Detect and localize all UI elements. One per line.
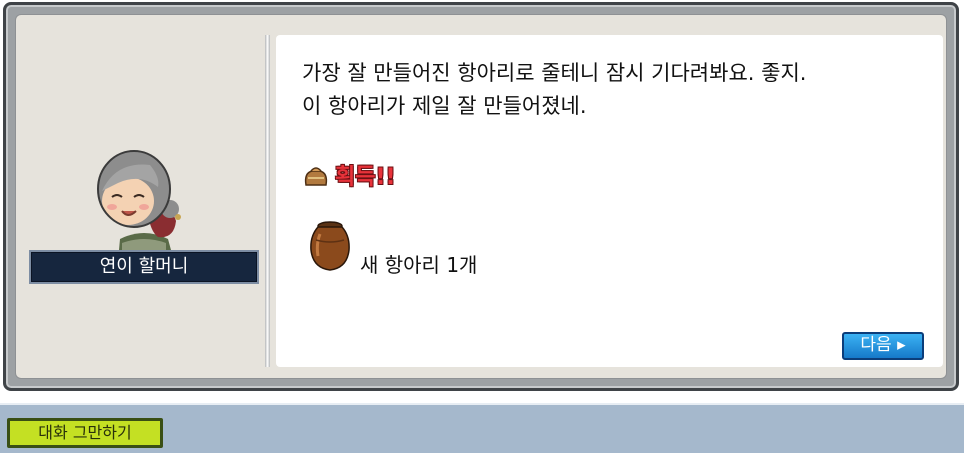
bottom-bar: 대화 그만하기 — [0, 403, 964, 453]
dialog-line-1: 가장 잘 만들어진 항아리로 줄테니 잠시 기다려봐요. 좋지. — [302, 61, 807, 85]
npc-dialog-window: 연이 할머니 가장 잘 만들어진 항아리로 줄테니 잠시 기다려봐요. 좋지. … — [3, 2, 959, 391]
next-button[interactable]: 다음 ▸ — [842, 332, 924, 360]
obtain-label: 획득!! — [335, 165, 396, 190]
npc-portrait — [97, 150, 181, 261]
dialog-panel: 연이 할머니 가장 잘 만들어진 항아리로 줄테니 잠시 기다려봐요. 좋지. … — [15, 14, 947, 379]
bag-icon — [304, 167, 328, 186]
dialog-line-2: 이 항아리가 제일 잘 만들어졌네. — [302, 94, 587, 118]
npc-name-label: 연이 할머니 — [29, 250, 259, 284]
end-chat-button[interactable]: 대화 그만하기 — [7, 418, 163, 448]
panel-divider — [265, 35, 270, 367]
item-reward-text: 새 항아리 1개 — [360, 253, 478, 277]
dialog-text-box: 가장 잘 만들어진 항아리로 줄테니 잠시 기다려봐요. 좋지. 이 항아리가 … — [276, 35, 943, 367]
clay-jar-icon — [310, 221, 350, 271]
